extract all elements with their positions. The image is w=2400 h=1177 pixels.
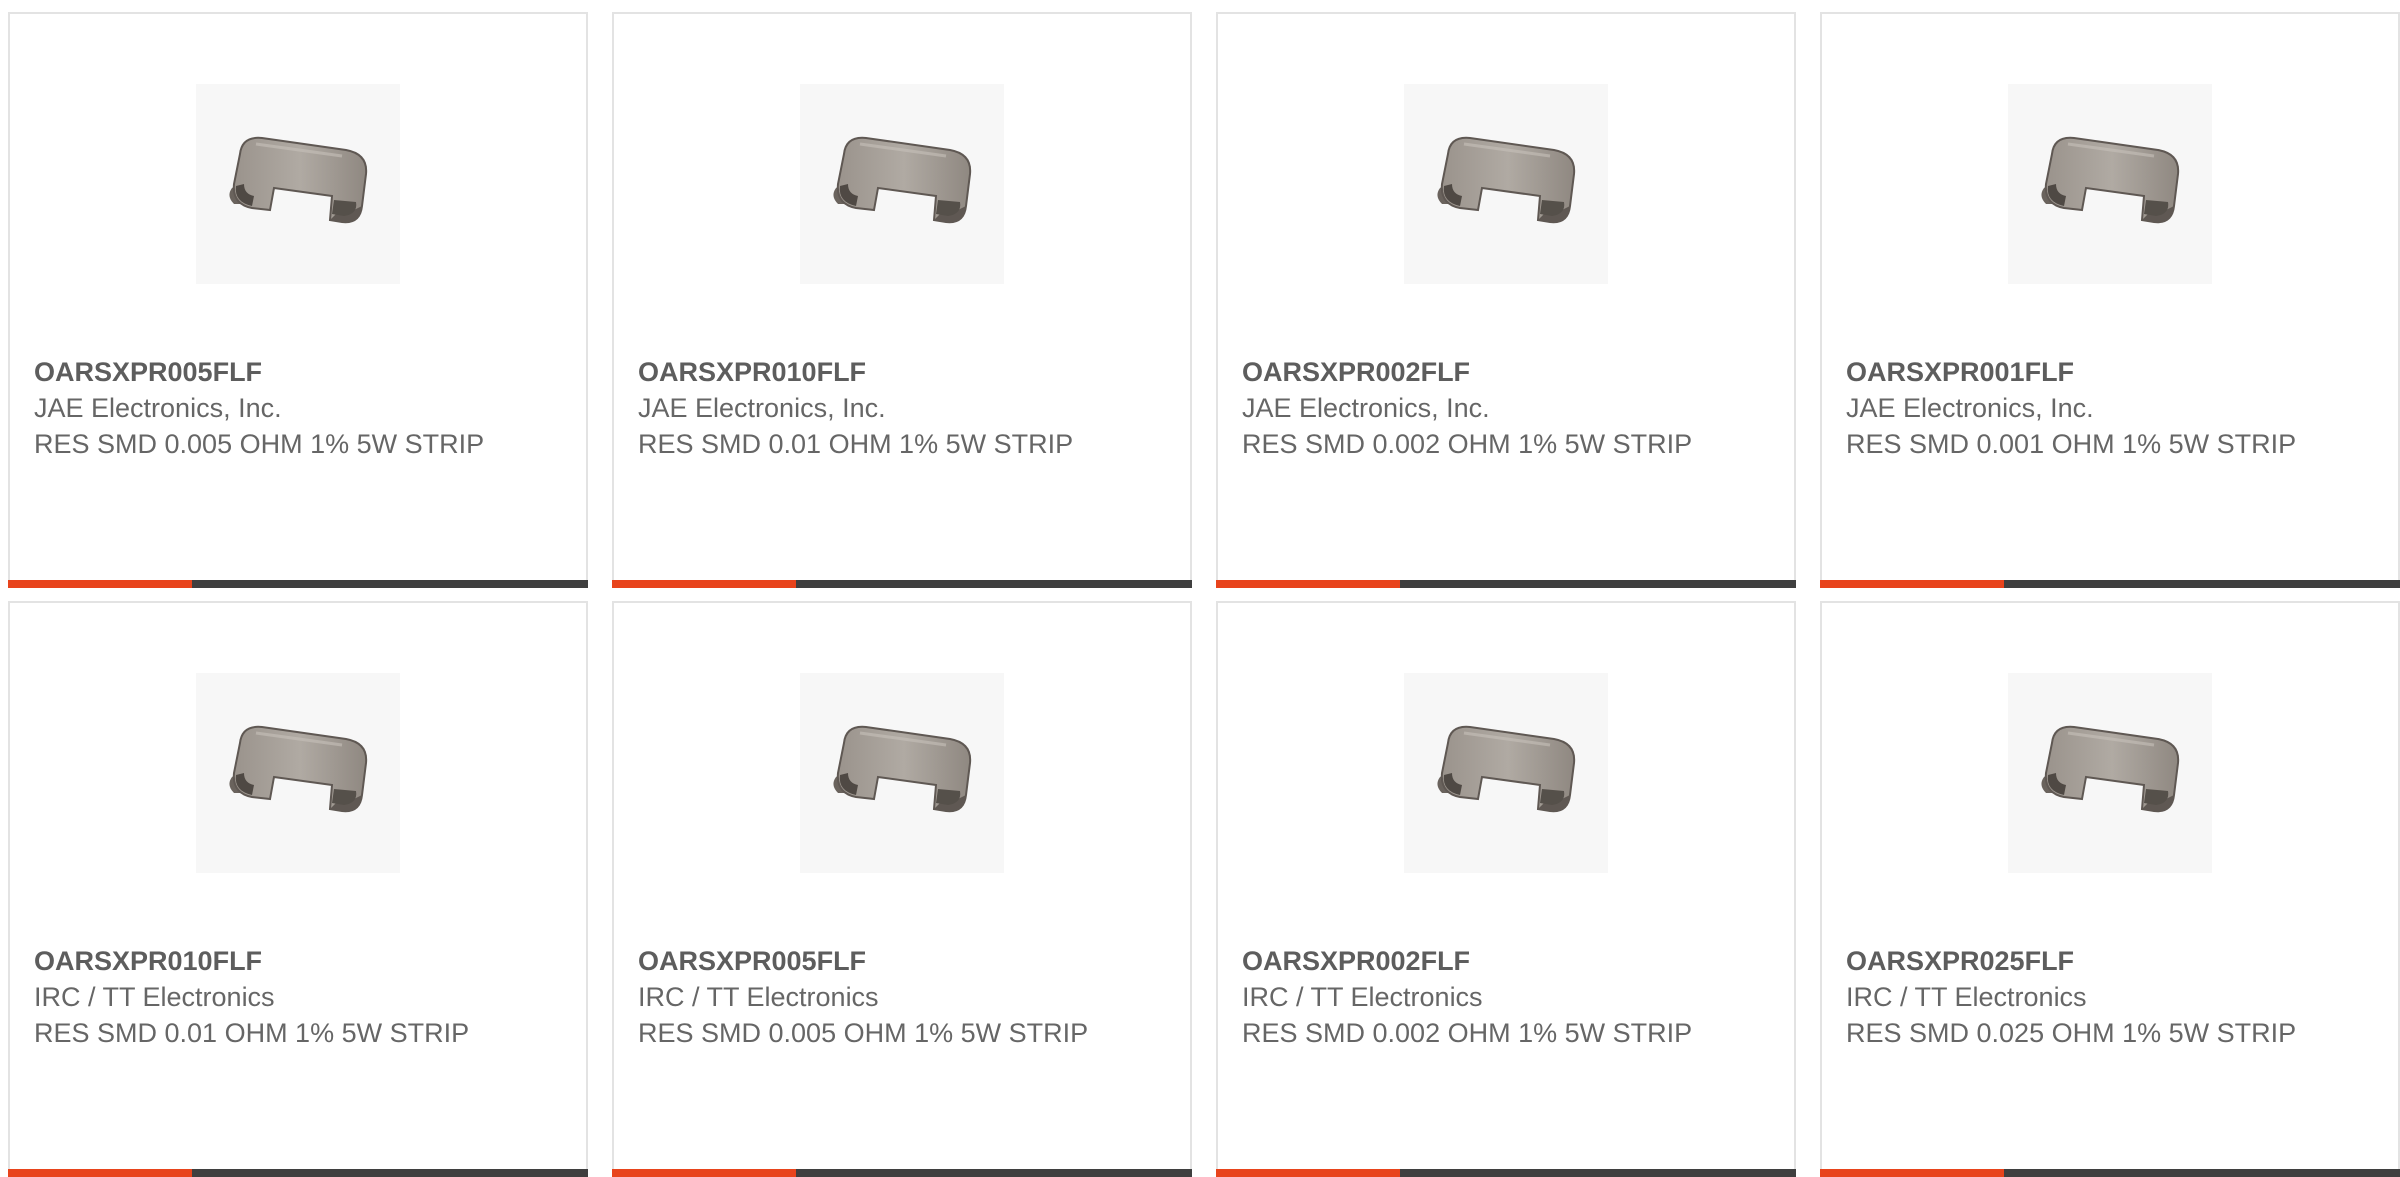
manufacturer: JAE Electronics, Inc. [1846,393,2094,423]
manufacturer: JAE Electronics, Inc. [34,393,282,423]
description: RES SMD 0.005 OHM 1% 5W STRIP [34,429,485,459]
product-card[interactable]: OARSXPR025FLF IRC / TT Electronics RES S… [1820,601,2400,1177]
description: RES SMD 0.001 OHM 1% 5W STRIP [1846,429,2297,459]
product-grid: OARSXPR005FLF JAE Electronics, Inc. RES … [0,0,2400,1177]
card-footer-bar [612,1169,1192,1177]
card-accent-bar [612,1169,796,1177]
manufacturer: IRC / TT Electronics [1242,982,1483,1012]
manufacturer: IRC / TT Electronics [1846,982,2087,1012]
part-number[interactable]: OARSXPR001FLF [1846,354,2366,390]
shunt-resistor-strip-icon[interactable] [800,673,1004,873]
product-info: OARSXPR002FLF IRC / TT Electronics RES S… [1242,943,1762,1051]
card-footer-bar [1216,580,1796,588]
manufacturer: IRC / TT Electronics [34,982,275,1012]
product-card[interactable]: OARSXPR001FLF JAE Electronics, Inc. RES … [1820,12,2400,588]
product-card[interactable]: OARSXPR005FLF JAE Electronics, Inc. RES … [8,12,588,588]
product-info: OARSXPR025FLF IRC / TT Electronics RES S… [1846,943,2366,1051]
card-accent-bar [8,580,192,588]
part-number[interactable]: OARSXPR010FLF [638,354,1158,390]
card-accent-bar [1216,580,1400,588]
manufacturer: JAE Electronics, Inc. [1242,393,1490,423]
part-number[interactable]: OARSXPR005FLF [34,354,554,390]
card-footer-bar [8,1169,588,1177]
card-footer-bar [1216,1169,1796,1177]
part-number[interactable]: OARSXPR010FLF [34,943,554,979]
product-card[interactable]: OARSXPR005FLF IRC / TT Electronics RES S… [612,601,1192,1177]
description: RES SMD 0.01 OHM 1% 5W STRIP [34,1018,470,1048]
product-info: OARSXPR005FLF JAE Electronics, Inc. RES … [34,354,554,462]
shunt-resistor-strip-icon[interactable] [2008,673,2212,873]
shunt-resistor-strip-icon[interactable] [196,84,400,284]
card-accent-bar [612,580,796,588]
description: RES SMD 0.002 OHM 1% 5W STRIP [1242,1018,1693,1048]
product-info: OARSXPR010FLF JAE Electronics, Inc. RES … [638,354,1158,462]
shunt-resistor-strip-icon[interactable] [1404,84,1608,284]
description: RES SMD 0.002 OHM 1% 5W STRIP [1242,429,1693,459]
card-footer-bar [1820,1169,2400,1177]
card-accent-bar [8,1169,192,1177]
part-number[interactable]: OARSXPR005FLF [638,943,1158,979]
shunt-resistor-strip-icon[interactable] [1404,673,1608,873]
shunt-resistor-strip-icon[interactable] [196,673,400,873]
shunt-resistor-strip-icon[interactable] [800,84,1004,284]
product-card[interactable]: OARSXPR010FLF JAE Electronics, Inc. RES … [612,12,1192,588]
part-number[interactable]: OARSXPR002FLF [1242,943,1762,979]
card-accent-bar [1216,1169,1400,1177]
card-footer-bar [8,580,588,588]
product-card[interactable]: OARSXPR010FLF IRC / TT Electronics RES S… [8,601,588,1177]
shunt-resistor-strip-icon[interactable] [2008,84,2212,284]
card-footer-bar [612,580,1192,588]
product-card[interactable]: OARSXPR002FLF IRC / TT Electronics RES S… [1216,601,1796,1177]
card-accent-bar [1820,580,2004,588]
part-number[interactable]: OARSXPR002FLF [1242,354,1762,390]
part-number[interactable]: OARSXPR025FLF [1846,943,2366,979]
description: RES SMD 0.025 OHM 1% 5W STRIP [1846,1018,2297,1048]
product-card[interactable]: OARSXPR002FLF JAE Electronics, Inc. RES … [1216,12,1796,588]
product-info: OARSXPR010FLF IRC / TT Electronics RES S… [34,943,554,1051]
product-info: OARSXPR005FLF IRC / TT Electronics RES S… [638,943,1158,1051]
card-footer-bar [1820,580,2400,588]
manufacturer: JAE Electronics, Inc. [638,393,886,423]
card-accent-bar [1820,1169,2004,1177]
description: RES SMD 0.005 OHM 1% 5W STRIP [638,1018,1089,1048]
manufacturer: IRC / TT Electronics [638,982,879,1012]
product-info: OARSXPR002FLF JAE Electronics, Inc. RES … [1242,354,1762,462]
description: RES SMD 0.01 OHM 1% 5W STRIP [638,429,1074,459]
product-info: OARSXPR001FLF JAE Electronics, Inc. RES … [1846,354,2366,462]
